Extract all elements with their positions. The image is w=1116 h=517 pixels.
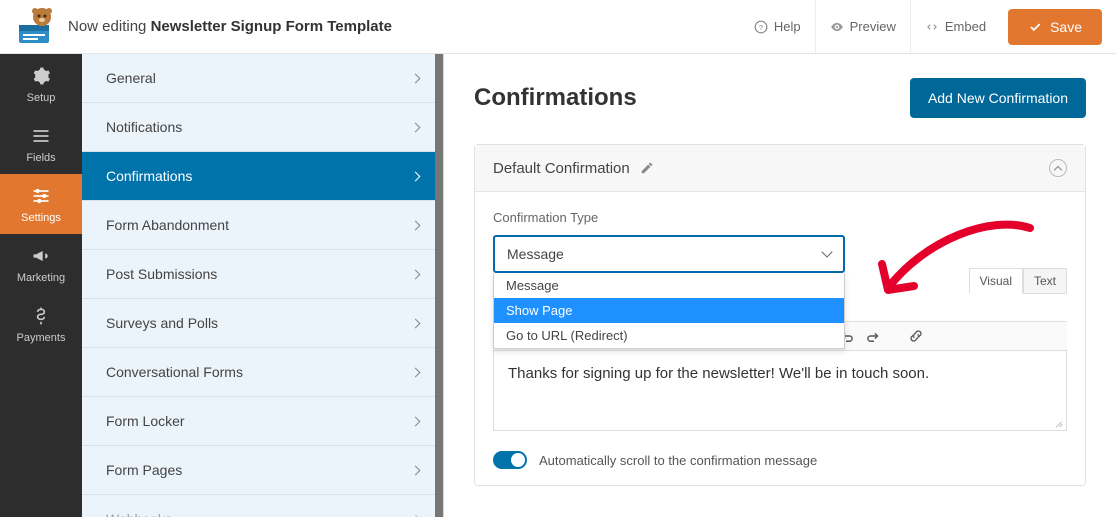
nav-label: Fields [4, 152, 78, 164]
subnav-label: Webhooks [106, 511, 172, 517]
subnav-label: Surveys and Polls [106, 315, 218, 331]
confirmation-type-label: Confirmation Type [493, 210, 1067, 225]
chevron-right-icon [411, 73, 421, 83]
save-label: Save [1050, 19, 1082, 35]
bullhorn-icon [31, 246, 51, 266]
subnav-item-form-locker[interactable]: Form Locker [82, 397, 443, 446]
embed-button[interactable]: Embed [910, 0, 1000, 53]
preview-button[interactable]: Preview [815, 0, 910, 53]
editing-prefix: Now editing [68, 18, 146, 35]
nav-label: Marketing [4, 272, 78, 284]
list-icon [31, 126, 51, 146]
chevron-right-icon [411, 269, 421, 279]
subnav-item-notifications[interactable]: Notifications [82, 103, 443, 152]
svg-text:?: ? [759, 22, 763, 31]
link-button[interactable] [905, 329, 927, 343]
nav-item-fields[interactable]: Fields [0, 114, 82, 174]
subnav-label: General [106, 70, 156, 86]
nav-label: Payments [4, 332, 78, 344]
chevron-right-icon [411, 220, 421, 230]
redo-button[interactable] [863, 329, 885, 343]
autoscroll-row: Automatically scroll to the confirmation… [475, 435, 1085, 485]
sliders-icon [31, 186, 51, 206]
chevron-right-icon [411, 416, 421, 426]
nav-label: Settings [4, 212, 78, 224]
message-text: Thanks for signing up for the newsletter… [508, 365, 929, 382]
form-name: Newsletter Signup Form Template [151, 18, 392, 35]
main-header: Confirmations Add New Confirmation [474, 78, 1086, 118]
subnav-label: Form Locker [106, 413, 185, 429]
nav-item-payments[interactable]: Payments [0, 294, 82, 354]
primary-nav: Setup Fields Settings Marketing Payments [0, 54, 82, 517]
nav-label: Setup [4, 92, 78, 104]
tab-visual[interactable]: Visual [969, 268, 1023, 294]
option-show-page[interactable]: Show Page [494, 298, 844, 323]
subnav-item-conversational-forms[interactable]: Conversational Forms [82, 348, 443, 397]
preview-label: Preview [850, 19, 896, 34]
subnav-item-surveys-and-polls[interactable]: Surveys and Polls [82, 299, 443, 348]
subnav-item-form-abandonment[interactable]: Form Abandonment [82, 201, 443, 250]
settings-subnav: General Notifications Confirmations Form Ab… [82, 54, 444, 517]
check-icon [1028, 20, 1042, 34]
code-icon [925, 20, 939, 34]
confirmation-type-options: MessageShow PageGo to URL (Redirect) [493, 273, 845, 349]
gear-icon [31, 66, 51, 86]
chevron-right-icon [411, 171, 421, 181]
help-label: Help [774, 19, 801, 34]
nav-item-settings[interactable]: Settings [0, 174, 82, 234]
subnav-label: Post Submissions [106, 266, 217, 282]
subnav-label: Form Abandonment [106, 217, 229, 233]
nav-item-marketing[interactable]: Marketing [0, 234, 82, 294]
app-logo [14, 5, 58, 49]
message-editor[interactable]: Thanks for signing up for the newsletter… [493, 351, 1067, 431]
dollar-icon [31, 306, 51, 326]
subnav-item-post-submissions[interactable]: Post Submissions [82, 250, 443, 299]
subnav-item-general[interactable]: General [82, 54, 443, 103]
editor-tabs: Visual Text [969, 268, 1067, 294]
pencil-icon[interactable] [640, 161, 654, 175]
now-editing-label: Now editing Newsletter Signup Form Templ… [68, 18, 392, 35]
panel-header: Default Confirmation [475, 145, 1085, 192]
autoscroll-label: Automatically scroll to the confirmation… [539, 453, 817, 468]
help-link[interactable]: ? Help [740, 0, 815, 53]
chevron-right-icon [411, 367, 421, 377]
subnav-item-confirmations[interactable]: Confirmations [82, 152, 443, 201]
subnav-label: Confirmations [106, 168, 192, 184]
resize-handle[interactable] [1052, 416, 1064, 428]
add-confirmation-button[interactable]: Add New Confirmation [910, 78, 1086, 118]
selected-value: Message [507, 246, 564, 262]
confirmation-panel: Default Confirmation Confirmation Type M… [474, 144, 1086, 486]
subnav-label: Form Pages [106, 462, 182, 478]
confirmation-type-select-wrap: Message MessageShow PageGo to URL (Redir… [493, 235, 845, 273]
option-go-to-url-redirect-[interactable]: Go to URL (Redirect) [494, 323, 844, 348]
tab-text[interactable]: Text [1023, 268, 1067, 294]
eye-icon [830, 20, 844, 34]
subnav-item-form-pages[interactable]: Form Pages [82, 446, 443, 495]
panel-title: Default Confirmation [493, 160, 630, 177]
chevron-right-icon [411, 318, 421, 328]
confirmation-type-select[interactable]: Message [493, 235, 845, 273]
nav-item-setup[interactable]: Setup [0, 54, 82, 114]
help-icon: ? [754, 20, 768, 34]
page-title: Confirmations [474, 84, 637, 112]
app-header: Now editing Newsletter Signup Form Templ… [0, 0, 1116, 54]
collapse-button[interactable] [1049, 159, 1067, 177]
chevron-right-icon [411, 122, 421, 132]
subnav-label: Conversational Forms [106, 364, 243, 380]
chevron-right-icon [411, 465, 421, 475]
option-message[interactable]: Message [494, 273, 844, 298]
chevron-down-icon [821, 246, 832, 257]
autoscroll-toggle[interactable] [493, 451, 527, 469]
subnav-item-webhooks[interactable]: Webhooks [82, 495, 443, 517]
panel-body: Confirmation Type Message MessageShow Pa… [475, 192, 1085, 435]
subnav-label: Notifications [106, 119, 182, 135]
embed-label: Embed [945, 19, 986, 34]
save-button[interactable]: Save [1008, 9, 1102, 45]
main-content: Confirmations Add New Confirmation Defau… [444, 54, 1116, 517]
